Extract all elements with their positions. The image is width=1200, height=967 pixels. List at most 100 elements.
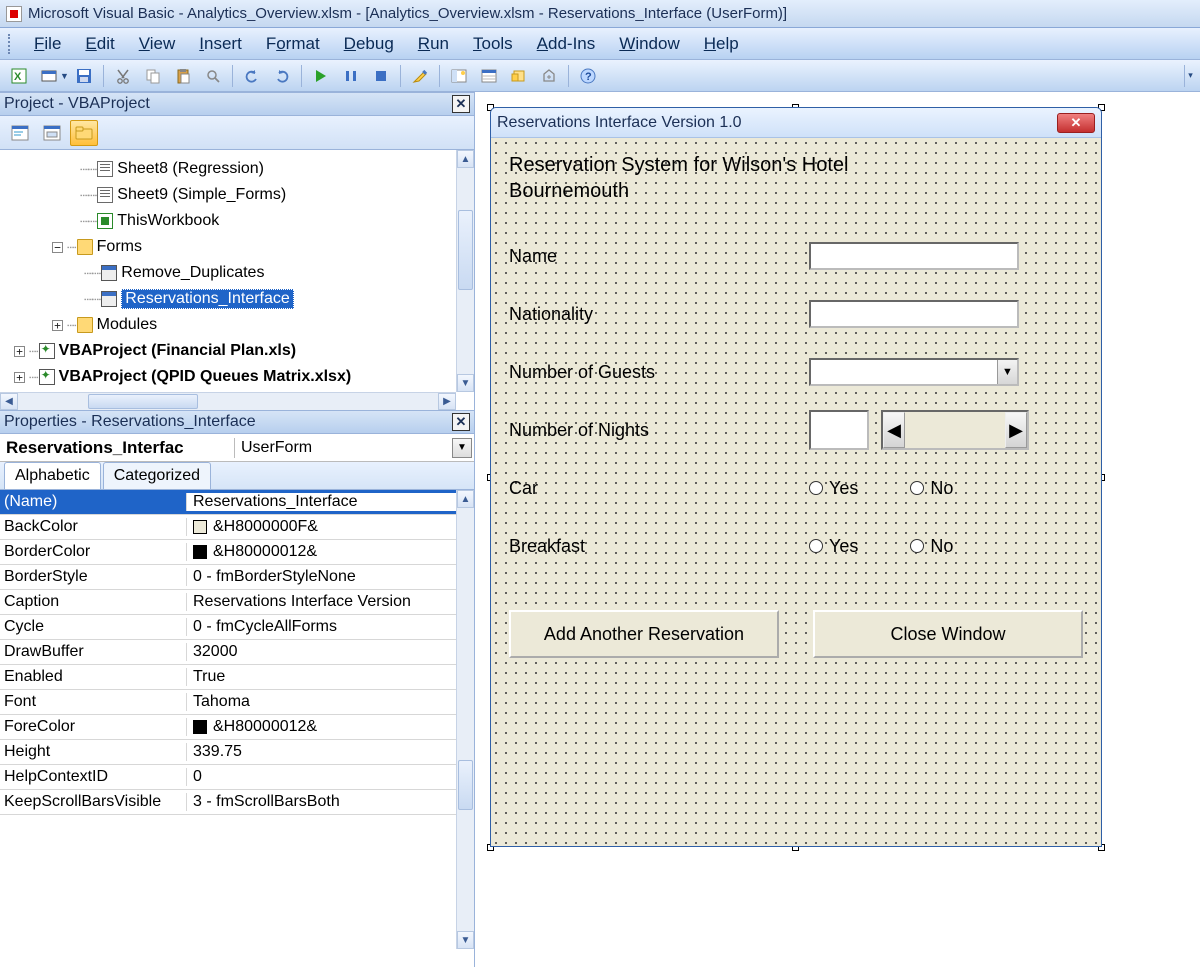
property-row[interactable]: CaptionReservations Interface Version (0, 590, 456, 615)
dropdown-arrow-icon[interactable]: ▼ (452, 438, 472, 458)
property-value[interactable]: 3 - fmScrollBarsBoth (187, 793, 456, 811)
expand-icon[interactable]: + (14, 346, 25, 357)
scroll-thumb[interactable] (458, 210, 473, 290)
menu-insert[interactable]: Insert (187, 30, 254, 58)
property-value[interactable]: 0 - fmCycleAllForms (187, 618, 456, 636)
tree-vertical-scrollbar[interactable]: ▲ ▼ (456, 150, 474, 392)
tree-node-modules[interactable]: Modules (97, 316, 157, 334)
tree-node-vbaproject-qpid[interactable]: VBAProject (QPID Queues Matrix.xlsx) (59, 368, 352, 386)
nights-scrollbar[interactable]: ◀ ▶ (881, 410, 1029, 450)
breakfast-no-radio[interactable]: No (910, 536, 953, 557)
menu-tools[interactable]: Tools (461, 30, 525, 58)
tree-node-vbaproject-financial[interactable]: VBAProject (Financial Plan.xls) (59, 342, 296, 360)
property-row[interactable]: DrawBuffer32000 (0, 640, 456, 665)
guests-combobox[interactable]: ▼ (809, 358, 1019, 386)
scroll-thumb[interactable] (458, 760, 473, 810)
property-value[interactable]: &H80000012& (187, 543, 456, 561)
properties-vertical-scrollbar[interactable]: ▲ ▼ (456, 490, 474, 949)
property-row[interactable]: EnabledTrue (0, 665, 456, 690)
properties-panel-close-button[interactable]: ✕ (452, 413, 470, 431)
userform-window[interactable]: Reservations Interface Version 1.0 ✕ Res… (490, 107, 1102, 847)
copy-button[interactable] (139, 63, 167, 89)
menu-view[interactable]: View (127, 30, 188, 58)
tree-node-thisworkbook[interactable]: ThisWorkbook (117, 212, 219, 230)
design-mode-button[interactable] (406, 63, 434, 89)
view-object-button[interactable] (38, 120, 66, 146)
insert-button[interactable] (35, 63, 63, 89)
find-button[interactable] (199, 63, 227, 89)
toolbar-overflow-icon[interactable]: ▾ (1184, 65, 1196, 87)
menu-run[interactable]: Run (406, 30, 461, 58)
property-value[interactable]: True (187, 668, 456, 686)
property-value[interactable]: &H80000012& (187, 718, 456, 736)
properties-grid[interactable]: (Name)Reservations_InterfaceBackColor&H8… (0, 490, 474, 967)
name-input[interactable] (809, 242, 1019, 270)
property-value[interactable]: 32000 (187, 643, 456, 661)
form-designer-surface[interactable]: Reservations Interface Version 1.0 ✕ Res… (475, 92, 1200, 967)
menu-file[interactable]: File (22, 30, 73, 58)
userform-close-button[interactable]: ✕ (1057, 113, 1095, 133)
menu-addins[interactable]: Add-Ins (525, 30, 608, 58)
property-row[interactable]: KeepScrollBarsVisible3 - fmScrollBarsBot… (0, 790, 456, 815)
menu-format[interactable]: Format (254, 30, 332, 58)
scroll-right-icon[interactable]: ▶ (438, 393, 456, 410)
tree-node-sheet8[interactable]: Sheet8 (Regression) (117, 160, 264, 178)
toolbox-button[interactable] (535, 63, 563, 89)
scroll-down-icon[interactable]: ▼ (457, 931, 474, 949)
property-value[interactable]: 0 (187, 768, 456, 786)
properties-window-button[interactable] (475, 63, 503, 89)
reset-button[interactable] (367, 63, 395, 89)
scroll-left-icon[interactable]: ◀ (883, 412, 905, 448)
property-row[interactable]: BorderStyle0 - fmBorderStyleNone (0, 565, 456, 590)
tree-node-remove-duplicates[interactable]: Remove_Duplicates (121, 264, 264, 282)
scroll-right-icon[interactable]: ▶ (1005, 412, 1027, 448)
property-value[interactable]: Tahoma (187, 693, 456, 711)
project-panel-close-button[interactable]: ✕ (452, 95, 470, 113)
property-row[interactable]: ForeColor&H80000012& (0, 715, 456, 740)
tab-categorized[interactable]: Categorized (103, 462, 211, 489)
redo-button[interactable] (268, 63, 296, 89)
project-explorer-button[interactable] (445, 63, 473, 89)
menu-debug[interactable]: Debug (332, 30, 406, 58)
dropdown-arrow-icon[interactable]: ▼ (60, 71, 69, 81)
tree-horizontal-scrollbar[interactable]: ◀ ▶ (0, 392, 456, 410)
menu-edit[interactable]: Edit (73, 30, 126, 58)
menu-window[interactable]: Window (607, 30, 691, 58)
expand-icon[interactable]: + (14, 372, 25, 383)
view-code-button[interactable] (6, 120, 34, 146)
scroll-up-icon[interactable]: ▲ (457, 490, 474, 508)
tree-node-reservations-interface[interactable]: Reservations_Interface (121, 289, 294, 309)
menu-help[interactable]: Help (692, 30, 751, 58)
dropdown-arrow-icon[interactable]: ▼ (997, 360, 1017, 384)
property-value[interactable]: Reservations Interface Version (187, 593, 456, 611)
run-button[interactable] (307, 63, 335, 89)
property-value[interactable]: &H8000000F& (187, 518, 456, 536)
tree-node-sheet9[interactable]: Sheet9 (Simple_Forms) (117, 186, 286, 204)
view-excel-button[interactable]: X (5, 63, 33, 89)
property-row[interactable]: (Name)Reservations_Interface (0, 490, 456, 515)
property-row[interactable]: HelpContextID0 (0, 765, 456, 790)
undo-button[interactable] (238, 63, 266, 89)
project-tree[interactable]: ┈┈Sheet8 (Regression) ┈┈Sheet9 (Simple_F… (0, 150, 474, 410)
expand-icon[interactable]: + (52, 320, 63, 331)
properties-object-selector[interactable]: Reservations_Interfac UserForm ▼ (0, 434, 474, 462)
nights-input[interactable] (809, 410, 869, 450)
collapse-icon[interactable]: − (52, 242, 63, 253)
breakfast-yes-radio[interactable]: Yes (809, 536, 858, 557)
property-row[interactable]: Height339.75 (0, 740, 456, 765)
property-row[interactable]: BorderColor&H80000012& (0, 540, 456, 565)
car-yes-radio[interactable]: Yes (809, 478, 858, 499)
scroll-up-icon[interactable]: ▲ (457, 150, 474, 168)
property-value[interactable]: 0 - fmBorderStyleNone (187, 568, 456, 586)
save-button[interactable] (70, 63, 98, 89)
paste-button[interactable] (169, 63, 197, 89)
tab-alphabetic[interactable]: Alphabetic (4, 462, 101, 489)
property-row[interactable]: BackColor&H8000000F& (0, 515, 456, 540)
property-value[interactable]: 339.75 (187, 743, 456, 761)
cut-button[interactable] (109, 63, 137, 89)
property-value[interactable]: Reservations_Interface (187, 493, 456, 511)
property-row[interactable]: FontTahoma (0, 690, 456, 715)
toggle-folders-button[interactable] (70, 120, 98, 146)
help-button[interactable]: ? (574, 63, 602, 89)
property-row[interactable]: Cycle0 - fmCycleAllForms (0, 615, 456, 640)
